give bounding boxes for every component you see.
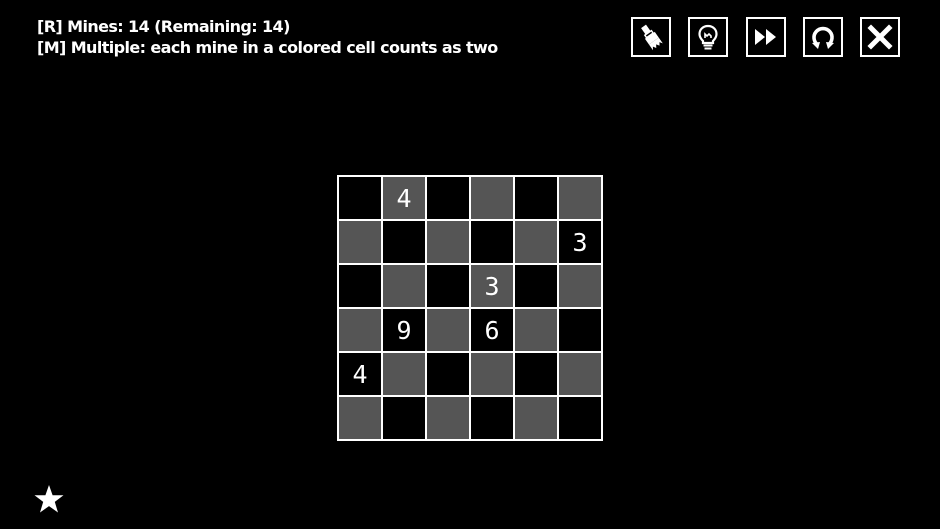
fast-forward-icon [755, 29, 776, 45]
restart-icon [812, 26, 834, 49]
rule-mines: [R] Mines: 14 (Remaining: 14) [37, 17, 290, 36]
board-cell[interactable] [427, 353, 469, 395]
board-cell[interactable] [471, 221, 513, 263]
board-cell[interactable] [515, 221, 557, 263]
board-cell[interactable] [559, 177, 601, 219]
board-cell[interactable] [471, 177, 513, 219]
board-cell[interactable] [515, 309, 557, 351]
brush-icon [641, 24, 663, 51]
board-cell[interactable] [383, 397, 425, 439]
board-cell[interactable] [427, 309, 469, 351]
board-cell[interactable] [559, 265, 601, 307]
board-cell[interactable]: 6 [471, 309, 513, 351]
game-board: 4 3 3 9 6 4 [337, 175, 603, 441]
board-cell[interactable] [427, 221, 469, 263]
board-cell[interactable] [339, 397, 381, 439]
star-icon [34, 485, 64, 513]
board-cell[interactable] [339, 177, 381, 219]
board-cell[interactable] [383, 221, 425, 263]
lightbulb-icon [698, 24, 718, 50]
board-cell[interactable] [339, 265, 381, 307]
board-cell[interactable]: 4 [339, 353, 381, 395]
board-cell[interactable] [559, 397, 601, 439]
brush-button[interactable] [631, 17, 671, 57]
board-cell[interactable] [515, 177, 557, 219]
board-cell[interactable] [383, 265, 425, 307]
board-cell[interactable] [559, 309, 601, 351]
board-cell[interactable]: 3 [471, 265, 513, 307]
board-cell[interactable] [471, 397, 513, 439]
board-cell[interactable]: 9 [383, 309, 425, 351]
board-cell[interactable] [339, 221, 381, 263]
board-cell[interactable] [339, 309, 381, 351]
close-button[interactable] [860, 17, 900, 57]
board-cell[interactable]: 3 [559, 221, 601, 263]
board-cell[interactable] [515, 265, 557, 307]
board-cell[interactable] [515, 353, 557, 395]
board-cell[interactable] [383, 353, 425, 395]
board-cell[interactable]: 4 [383, 177, 425, 219]
board-cell[interactable] [471, 353, 513, 395]
hint-button[interactable] [688, 17, 728, 57]
board-cell[interactable] [515, 397, 557, 439]
rules-text: [R] Mines: 14 (Remaining: 14) [M] Multip… [37, 16, 498, 58]
close-icon [867, 24, 893, 50]
skip-button[interactable] [746, 17, 786, 57]
board-cell[interactable] [427, 177, 469, 219]
board-cell[interactable] [559, 353, 601, 395]
rule-multiple: [M] Multiple: each mine in a colored cel… [37, 38, 498, 57]
board-cell[interactable] [427, 397, 469, 439]
restart-button[interactable] [803, 17, 843, 57]
board-cell[interactable] [427, 265, 469, 307]
